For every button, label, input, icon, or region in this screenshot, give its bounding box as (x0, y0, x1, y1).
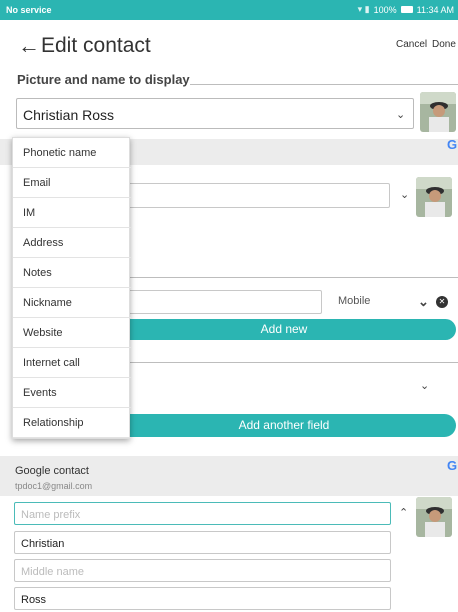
phone-input[interactable] (112, 290, 322, 314)
menu-item-nickname[interactable]: Nickname (13, 288, 131, 318)
done-button[interactable]: Done (432, 39, 456, 50)
menu-item-events[interactable]: Events (13, 378, 131, 408)
menu-item-im[interactable]: IM (13, 198, 131, 228)
name-prefix-input[interactable]: Name prefix (14, 502, 391, 525)
signal-icon: ▾ ▮ (357, 4, 370, 14)
name-field[interactable] (112, 183, 390, 208)
section-title-picture: Picture and name to display (17, 72, 190, 87)
middle-name-placeholder: Middle name (21, 566, 84, 578)
last-name-value: Ross (21, 594, 47, 606)
display-name-select[interactable]: Christian Ross ⌄ (16, 98, 414, 129)
add-another-field-button[interactable]: Add another field (112, 414, 456, 437)
phone-type-label[interactable]: Mobile (338, 295, 370, 307)
clock: 11:34 AM (416, 4, 454, 15)
menu-item-notes[interactable]: Notes (13, 258, 131, 288)
account-email: tpdoc1@gmail.com (15, 481, 93, 491)
chevron-up-icon[interactable]: ⌃ (399, 506, 408, 519)
first-name-input[interactable]: Christian (14, 531, 391, 554)
display-name-value: Christian Ross (23, 107, 115, 123)
page-title: Edit contact (41, 34, 151, 57)
back-arrow-icon[interactable]: ← (18, 33, 40, 59)
contact-photo[interactable] (416, 177, 452, 217)
chevron-down-icon[interactable]: ⌄ (418, 294, 429, 310)
name-prefix-placeholder: Name prefix (21, 509, 81, 521)
remove-icon[interactable]: ✕ (436, 296, 448, 308)
menu-item-email[interactable]: Email (13, 168, 131, 198)
menu-item-address[interactable]: Address (13, 228, 131, 258)
section-divider (130, 277, 458, 278)
menu-item-internet-call[interactable]: Internet call (13, 348, 131, 378)
chevron-down-icon[interactable]: ⌄ (400, 188, 409, 201)
section-divider (130, 362, 458, 363)
middle-name-input[interactable]: Middle name (14, 559, 391, 582)
battery-percent: 100% (373, 4, 397, 15)
add-field-menu: Phonetic name Email IM Address Notes Nickname… (12, 137, 131, 439)
google-logo-icon: G (447, 458, 458, 473)
menu-item-relationship[interactable]: Relationship (13, 408, 131, 438)
battery-icon (400, 6, 413, 13)
add-new-button[interactable]: Add new (112, 319, 456, 340)
chevron-down-icon[interactable]: ⌄ (420, 379, 429, 392)
status-bar: No service ▾ ▮ 100% 11:34 AM (0, 0, 458, 20)
carrier-status: No service (6, 5, 52, 15)
google-logo-icon: G (447, 137, 458, 152)
section-divider (190, 84, 458, 85)
first-name-value: Christian (21, 538, 65, 550)
contact-photo[interactable] (416, 497, 452, 537)
contact-photo[interactable] (420, 92, 456, 132)
last-name-input[interactable]: Ross (14, 587, 391, 610)
menu-item-phonetic-name[interactable]: Phonetic name (13, 138, 131, 168)
account-type-label: Google contact (15, 465, 89, 477)
menu-item-website[interactable]: Website (13, 318, 131, 348)
chevron-down-icon: ⌄ (396, 109, 406, 121)
cancel-button[interactable]: Cancel (396, 39, 427, 50)
